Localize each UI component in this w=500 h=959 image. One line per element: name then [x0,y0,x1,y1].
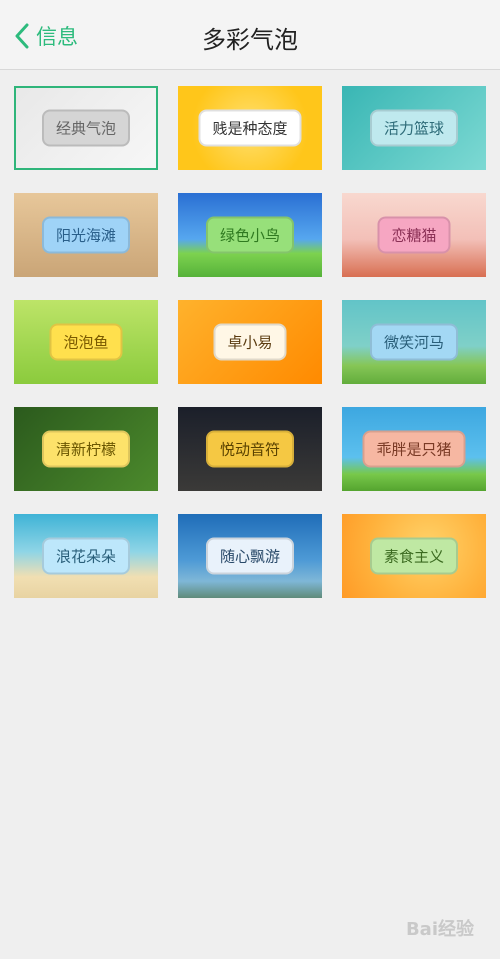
bubble-style-tile[interactable]: 泡泡鱼 [14,300,158,384]
bubble-style-tile[interactable]: 悦动音符 [178,407,322,491]
bubble-style-tile[interactable]: 浪花朵朵 [14,514,158,598]
bubble-style-tile[interactable]: 卓小易 [178,300,322,384]
bubble-style-label: 悦动音符 [205,430,295,468]
bubble-style-tile[interactable]: 阳光海滩 [14,193,158,277]
bubble-style-tile[interactable]: 活力篮球 [342,86,486,170]
watermark-logo: Bai经验 [405,919,474,940]
bubble-style-label: 微笑河马 [369,323,459,361]
bubble-style-label: 绿色小鸟 [205,216,295,254]
bubble-style-label: 阳光海滩 [41,216,131,254]
bubble-style-tile[interactable]: 素食主义 [342,514,486,598]
navigation-bar: 信息 多彩气泡 [0,0,500,70]
bubble-style-tile[interactable]: 恋糖猫 [342,193,486,277]
bubble-style-tile[interactable]: 随心飘游 [178,514,322,598]
bubble-style-label: 清新柠檬 [41,430,131,468]
bubble-style-tile[interactable]: 经典气泡 [14,86,158,170]
bubble-style-label: 随心飘游 [205,537,295,575]
bubble-style-label: 泡泡鱼 [49,323,123,361]
bubble-style-tile[interactable]: 乖胖是只猪 [342,407,486,491]
bubble-style-label: 素食主义 [369,537,459,575]
bubble-style-label: 浪花朵朵 [41,537,131,575]
bubble-style-label: 贱是种态度 [198,109,302,147]
bubble-style-label: 活力篮球 [369,109,459,147]
bubble-style-tile[interactable]: 绿色小鸟 [178,193,322,277]
bubble-style-label: 卓小易 [213,323,287,361]
bubble-style-label: 乖胖是只猪 [362,430,466,468]
page-title: 多彩气泡 [202,26,298,54]
bubble-style-tile[interactable]: 贱是种态度 [178,86,322,170]
bubble-style-tile[interactable]: 微笑河马 [342,300,486,384]
bubble-style-label: 恋糖猫 [377,216,451,254]
bubble-style-label: 经典气泡 [41,109,131,147]
bubble-style-grid: 经典气泡 贱是种态度 活力篮球阳光海滩 绿色小鸟 恋糖猫泡泡鱼 卓小易 微笑河马清新柠檬 悦动… [14,86,486,598]
bubble-style-tile[interactable]: 清新柠檬 [14,407,158,491]
